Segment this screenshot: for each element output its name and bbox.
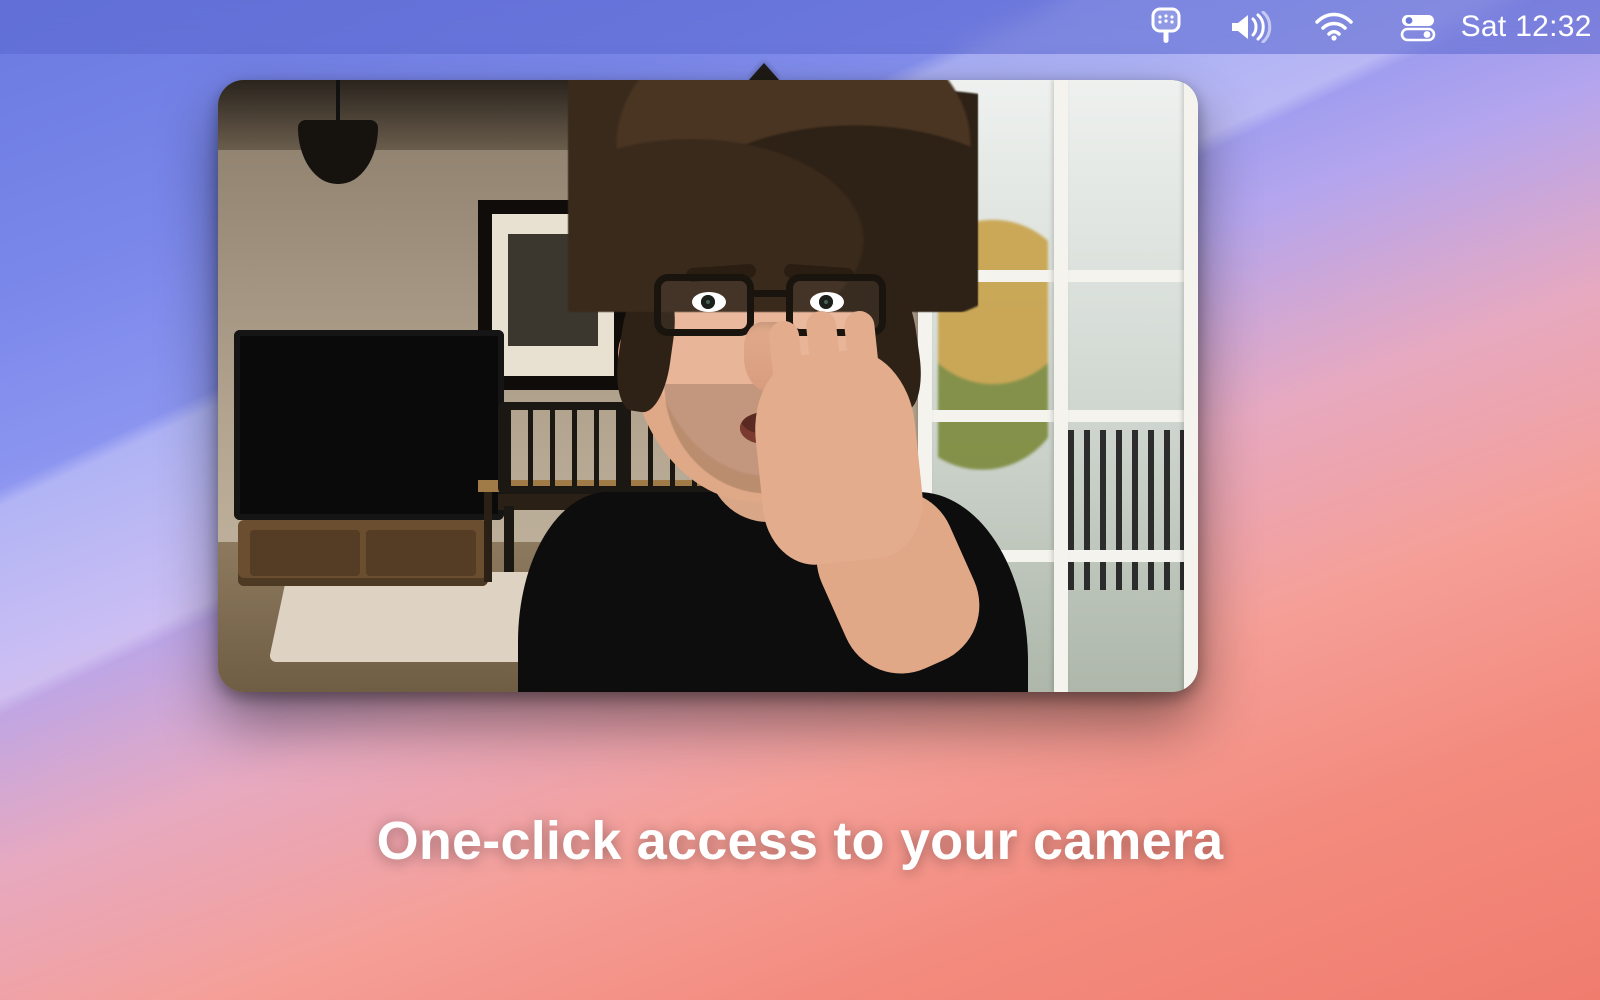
webcam-person xyxy=(478,92,1038,692)
popover-arrow xyxy=(748,63,780,81)
clock-text: Sat 12:32 xyxy=(1461,10,1592,44)
menu-bar: Sat 12:32 xyxy=(0,0,1600,54)
menu-bar-control-center[interactable] xyxy=(1396,0,1440,54)
wifi-icon xyxy=(1314,12,1354,42)
marketing-caption: One-click access to your camera xyxy=(0,810,1600,872)
caption-text: One-click access to your camera xyxy=(377,811,1224,871)
menu-bar-wifi[interactable] xyxy=(1312,0,1356,54)
menu-bar-clock[interactable]: Sat 12:32 xyxy=(1480,0,1572,54)
menu-bar-volume[interactable] xyxy=(1228,0,1272,54)
menu-bar-app-hand-mirror[interactable] xyxy=(1144,0,1188,54)
hand-mirror-icon xyxy=(1148,7,1184,47)
control-center-icon xyxy=(1398,12,1438,42)
volume-icon xyxy=(1228,11,1272,43)
camera-preview-popover[interactable] xyxy=(218,80,1198,692)
webcam-frame xyxy=(218,80,1198,692)
